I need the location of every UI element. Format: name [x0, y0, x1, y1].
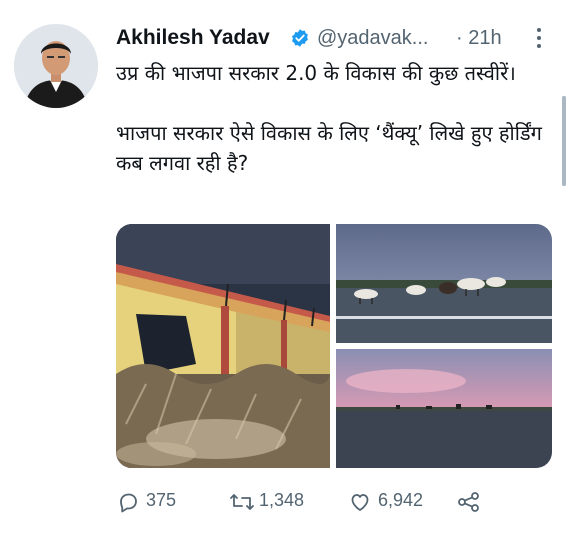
retweet-count: 1,348: [259, 490, 305, 510]
scrollbar-thumb[interactable]: [562, 96, 566, 186]
avatar-image: [14, 24, 98, 108]
media-grid: [116, 224, 552, 468]
separator: ·: [456, 27, 463, 49]
author-handle[interactable]: @yadavak...: [317, 24, 428, 52]
timestamp: 21h: [468, 27, 502, 49]
reply-icon: [120, 493, 137, 513]
tweet-card[interactable]: Akhilesh Yadav @yadavak... · 21h उप्र की…: [0, 0, 571, 553]
retweet-button[interactable]: 1,348: [229, 484, 339, 516]
tweet-time[interactable]: · 21h: [456, 24, 502, 52]
photo-broken-wall[interactable]: [116, 224, 330, 468]
more-icon[interactable]: [534, 26, 544, 50]
avatar[interactable]: [14, 24, 98, 108]
verified-badge-icon: [292, 29, 308, 47]
like-button[interactable]: 6,942: [348, 484, 458, 516]
share-button[interactable]: [456, 484, 486, 516]
tweet-header: Akhilesh Yadav @yadavak... · 21h: [116, 24, 556, 52]
reply-count: 375: [146, 490, 177, 510]
like-count: 6,942: [378, 490, 424, 510]
photo-cattle-runway[interactable]: [336, 224, 552, 343]
like-icon: [351, 494, 369, 511]
author-name[interactable]: Akhilesh Yadav: [116, 24, 270, 52]
share-icon: [458, 492, 479, 512]
tweet-text: उप्र की भाजपा सरकार 2.0 के विकास की कुछ …: [116, 58, 556, 178]
retweet-icon: [230, 494, 254, 510]
tweet-text-line-2: भाजपा सरकार ऐसे विकास के लिए ‘थैंक्यू’ ल…: [116, 121, 542, 175]
tweet-actions: 375 1,348 6,942: [116, 484, 556, 516]
reply-button[interactable]: 375: [116, 484, 216, 516]
photo-runway-dusk[interactable]: [336, 349, 552, 468]
tweet-text-line-1: उप्र की भाजपा सरकार 2.0 के विकास की कुछ …: [116, 61, 516, 85]
